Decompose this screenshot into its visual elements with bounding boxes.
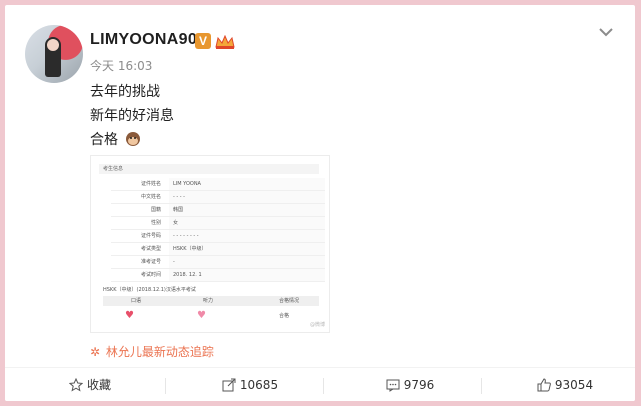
post-text-line-1: 去年的挑战 xyxy=(90,84,160,100)
doc-row: 证件姓名 LIM YOONA xyxy=(111,178,325,191)
divider xyxy=(165,378,166,394)
divider xyxy=(481,378,482,394)
post-text-line-2: 新年的好消息 xyxy=(90,108,174,124)
chevron-down-icon[interactable] xyxy=(599,27,613,37)
avatar-face xyxy=(47,39,59,51)
doc-row: 准考证号 - xyxy=(111,256,325,269)
avatar[interactable] xyxy=(25,25,83,83)
follow-topic-label: 林允儿最新动态追踪 xyxy=(105,345,214,359)
watermark: @微博 xyxy=(309,322,325,328)
doc-header: 考生信息 xyxy=(99,164,319,174)
result-header-status: 合格情况 xyxy=(279,298,300,304)
doc-row: 性别 女 xyxy=(111,217,325,230)
follow-topic-link[interactable]: ✲ 林允儿最新动态追踪 xyxy=(90,343,214,360)
result-header-row: 口语 听力 合格情况 xyxy=(103,296,319,306)
post-text-line-3: 合格 xyxy=(90,129,141,149)
post-text-line-3-text: 合格 xyxy=(90,132,118,148)
doc-row: 考试时间 2018. 12. 1 xyxy=(111,269,325,282)
repost-count: 10685 xyxy=(239,378,279,392)
heart-sticker-icon: ♥ xyxy=(125,310,134,321)
sparkle-icon: ✲ xyxy=(90,345,101,359)
result-header-speaking: 口语 xyxy=(131,298,142,304)
certificate-image[interactable]: 考生信息 证件姓名 LIM YOONA 中文姓名 - - - - 国籍 韩国 性… xyxy=(90,155,330,333)
heart-sticker-icon: ♥ xyxy=(197,310,206,321)
username[interactable]: LIMYOONA90 xyxy=(90,31,197,49)
result-header-listening: 听力 xyxy=(203,298,214,304)
star-icon xyxy=(68,377,84,392)
divider xyxy=(323,378,324,394)
comment-button[interactable]: 9796 xyxy=(365,368,455,401)
thumbs-up-icon xyxy=(537,378,551,392)
crown-icon xyxy=(215,35,235,49)
doc-row: 证件号码 - - - - - - - - xyxy=(111,230,325,243)
comment-icon xyxy=(386,379,400,392)
favorite-button[interactable]: 收藏 xyxy=(45,368,135,401)
like-button[interactable]: 93054 xyxy=(520,368,610,401)
doc-row: 考试类型 HSKK（中级） xyxy=(111,243,325,256)
result-title: HSKK（中级）(2018.12.1)汉语水平考试 xyxy=(103,287,196,293)
action-bar: 收藏 10685 9796 93054 xyxy=(5,367,635,401)
result-status: 合格 xyxy=(279,313,290,319)
like-count: 93054 xyxy=(554,378,594,392)
post-timestamp[interactable]: 今天 16:03 xyxy=(90,57,152,74)
doc-row: 中文姓名 - - - - xyxy=(111,191,325,204)
monkey-face-icon xyxy=(126,132,141,146)
weibo-post-card: LIMYOONA90 V 今天 16:03 去年的挑战 新年的好消息 合格 考生… xyxy=(5,5,635,401)
repost-icon xyxy=(222,378,236,392)
repost-button[interactable]: 10685 xyxy=(205,368,295,401)
favorite-label: 收藏 xyxy=(86,378,111,392)
comment-count: 9796 xyxy=(403,378,435,392)
doc-row: 国籍 韩国 xyxy=(111,204,325,217)
verified-badge-icon: V xyxy=(195,33,211,49)
